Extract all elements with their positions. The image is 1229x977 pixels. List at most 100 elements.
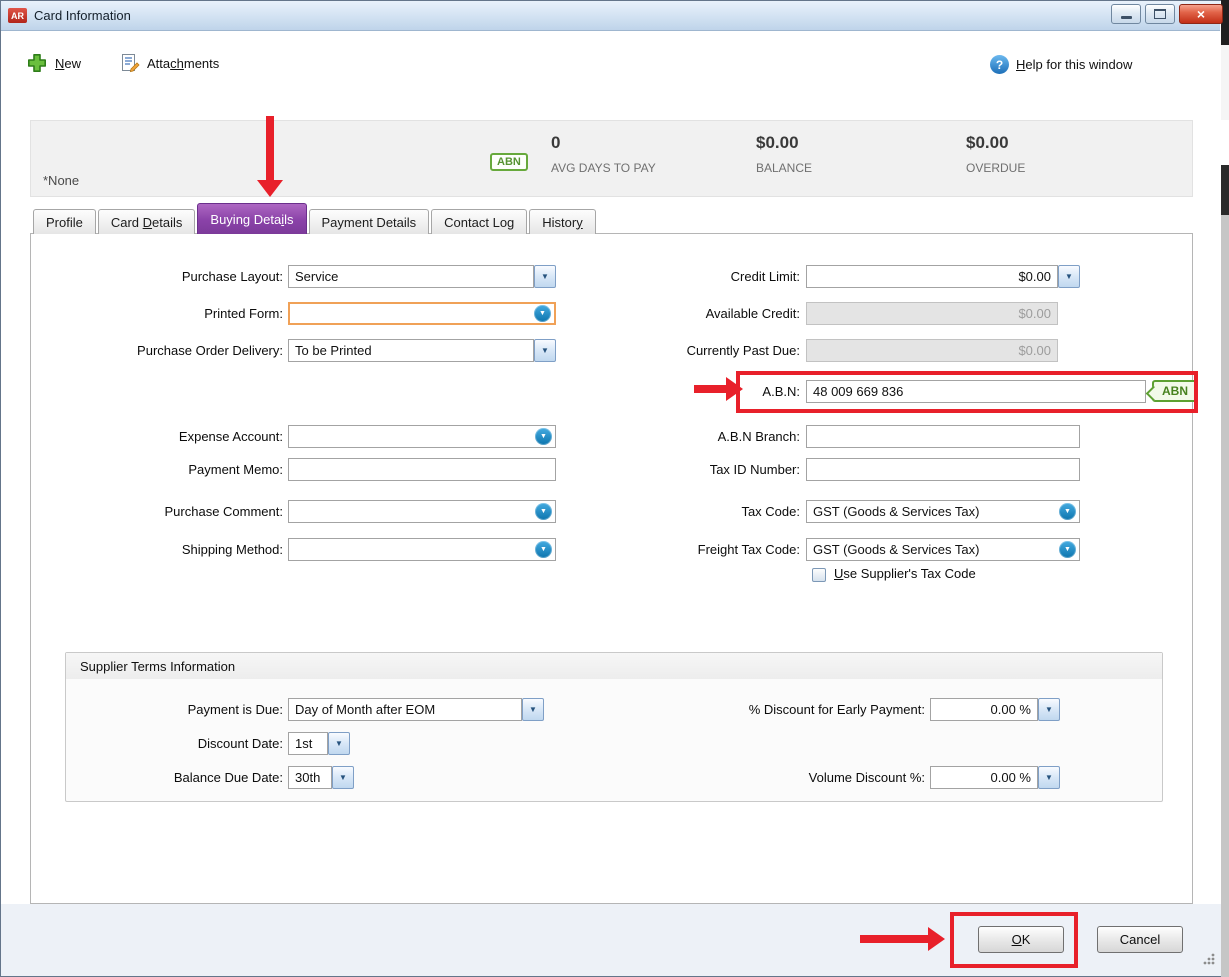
discount-date-dropdown-button[interactable]: ▼ xyxy=(328,732,350,755)
annotation-arrow-ok xyxy=(860,935,928,943)
volume-discount-dropdown-button[interactable]: ▼ xyxy=(1038,766,1060,789)
purchase-order-delivery-label: Purchase Order Delivery: xyxy=(137,343,283,358)
balance-due-date-input[interactable]: 30th xyxy=(288,766,332,789)
available-credit-value: $0.00 xyxy=(1018,306,1051,321)
credit-limit-input[interactable]: $0.00 xyxy=(806,265,1058,288)
help-icon: ? xyxy=(990,55,1009,74)
chevron-down-icon: ▼ xyxy=(1064,546,1071,553)
close-button[interactable]: × xyxy=(1179,4,1223,24)
expense-account-input[interactable] xyxy=(288,425,556,448)
metric-label: OVERDUE xyxy=(966,161,1026,175)
metric-avg-days-to-pay: 0 AVG DAYS TO PAY xyxy=(551,133,656,175)
payment-is-due-dropdown-button[interactable]: ▼ xyxy=(522,698,544,721)
attachments-button[interactable]: Attachments xyxy=(120,53,219,73)
early-payment-discount-dropdown-button[interactable]: ▼ xyxy=(1038,698,1060,721)
tab-strip: Profile Card Details Buying Details Paym… xyxy=(33,203,596,234)
chevron-down-icon: ▼ xyxy=(540,508,547,515)
cancel-button[interactable]: Cancel xyxy=(1097,926,1183,953)
maximize-button[interactable] xyxy=(1145,4,1175,24)
help-link-label: Help for this window xyxy=(1016,57,1133,72)
shipping-method-dropdown-icon[interactable]: ▼ xyxy=(535,541,552,558)
credit-limit-label: Credit Limit: xyxy=(730,269,800,284)
tax-code-dropdown-icon[interactable]: ▼ xyxy=(1059,503,1076,520)
tab-history[interactable]: History xyxy=(529,209,596,234)
chevron-down-icon: ▼ xyxy=(540,546,547,553)
purchase-layout-input[interactable]: Service xyxy=(288,265,534,288)
payment-memo-input[interactable] xyxy=(288,458,556,481)
tax-code-label: Tax Code: xyxy=(741,504,800,519)
chevron-down-icon: ▼ xyxy=(529,705,537,714)
purchase-order-delivery-dropdown-button[interactable]: ▼ xyxy=(534,339,556,362)
annotation-arrowhead-buying-details xyxy=(257,180,283,197)
available-credit-input: $0.00 xyxy=(806,302,1058,325)
purchase-comment-label: Purchase Comment: xyxy=(164,504,284,519)
card-information-window: AR Card Information × New Attachments ? … xyxy=(0,0,1229,977)
maximize-icon xyxy=(1154,9,1166,19)
purchase-layout-label: Purchase Layout: xyxy=(181,269,283,284)
tax-code-input[interactable]: GST (Goods & Services Tax) xyxy=(806,500,1080,523)
chevron-down-icon: ▼ xyxy=(1064,508,1071,515)
use-suppliers-tax-code-checkbox[interactable] xyxy=(812,568,826,582)
metric-value: $0.00 xyxy=(966,133,1009,152)
minimize-icon xyxy=(1120,16,1132,19)
printed-form-label: Printed Form: xyxy=(204,306,283,321)
early-payment-discount-label: % Discount for Early Payment: xyxy=(748,702,925,717)
volume-discount-label: Volume Discount %: xyxy=(808,770,925,785)
metric-overdue: $0.00 OVERDUE xyxy=(966,133,1025,175)
new-button[interactable]: New xyxy=(26,52,81,74)
chevron-down-icon: ▼ xyxy=(539,310,546,317)
tab-profile[interactable]: Profile xyxy=(33,209,96,234)
purchase-order-delivery-input[interactable]: To be Printed xyxy=(288,339,534,362)
tab-content-panel xyxy=(30,233,1193,904)
purchase-comment-dropdown-icon[interactable]: ▼ xyxy=(535,503,552,520)
printed-form-dropdown-icon[interactable]: ▼ xyxy=(534,305,551,322)
tab-payment-details[interactable]: Payment Details xyxy=(308,209,430,234)
freight-tax-code-dropdown-icon[interactable]: ▼ xyxy=(1059,541,1076,558)
use-suppliers-tax-code-label: Use Supplier's Tax Code xyxy=(834,566,976,581)
freight-tax-code-input[interactable]: GST (Goods & Services Tax) xyxy=(806,538,1080,561)
balance-due-date-value: 30th xyxy=(295,770,321,785)
payment-is-due-value: Day of Month after EOM xyxy=(295,702,436,717)
credit-limit-dropdown-button[interactable]: ▼ xyxy=(1058,265,1080,288)
resize-grip[interactable] xyxy=(1202,952,1216,966)
purchase-layout-value: Service xyxy=(295,269,339,284)
freight-tax-code-label: Freight Tax Code: xyxy=(697,542,800,557)
annotation-arrow-buying-details xyxy=(266,116,274,180)
close-icon: × xyxy=(1196,6,1206,22)
purchase-layout-dropdown-button[interactable]: ▼ xyxy=(534,265,556,288)
annotation-box-ok xyxy=(950,912,1078,968)
annotation-box-abn xyxy=(736,371,1198,413)
freight-tax-code-value: GST (Goods & Services Tax) xyxy=(813,542,980,557)
volume-discount-input[interactable]: 0.00 % xyxy=(930,766,1038,789)
supplier-terms-title: Supplier Terms Information xyxy=(80,659,236,674)
currently-past-due-input: $0.00 xyxy=(806,339,1058,362)
chevron-down-icon: ▼ xyxy=(1045,705,1053,714)
currently-past-due-label: Currently Past Due: xyxy=(686,343,800,358)
background-window-edge xyxy=(1221,0,1229,977)
help-link[interactable]: ? Help for this window xyxy=(990,55,1132,74)
minimize-button[interactable] xyxy=(1111,4,1141,24)
summary-bar: *None ABN 0 AVG DAYS TO PAY $0.00 BALANC… xyxy=(30,120,1193,197)
payment-is-due-input[interactable]: Day of Month after EOM xyxy=(288,698,522,721)
tab-buying-details[interactable]: Buying Details xyxy=(197,203,307,234)
chevron-down-icon: ▼ xyxy=(541,272,549,281)
new-button-label: New xyxy=(55,55,82,71)
discount-date-value: 1st xyxy=(295,736,313,751)
annotation-arrowhead-ok xyxy=(928,927,945,951)
tab-card-details[interactable]: Card Details xyxy=(97,209,196,234)
shipping-method-input[interactable] xyxy=(288,538,556,561)
printed-form-input[interactable] xyxy=(288,302,556,325)
early-payment-discount-input[interactable]: 0.00 % xyxy=(930,698,1038,721)
purchase-comment-input[interactable] xyxy=(288,500,556,523)
window-controls: × xyxy=(1111,4,1223,24)
tax-id-number-input[interactable] xyxy=(806,458,1080,481)
tab-contact-log[interactable]: Contact Log xyxy=(431,209,528,234)
early-payment-discount-value: 0.00 % xyxy=(990,702,1031,717)
discount-date-input[interactable]: 1st xyxy=(288,732,328,755)
expense-account-dropdown-icon[interactable]: ▼ xyxy=(535,428,552,445)
credit-limit-value: $0.00 xyxy=(1018,269,1051,284)
abn-branch-input[interactable] xyxy=(806,425,1080,448)
shipping-method-label: Shipping Method: xyxy=(181,542,283,557)
balance-due-date-dropdown-button[interactable]: ▼ xyxy=(332,766,354,789)
discount-date-label: Discount Date: xyxy=(197,736,283,751)
